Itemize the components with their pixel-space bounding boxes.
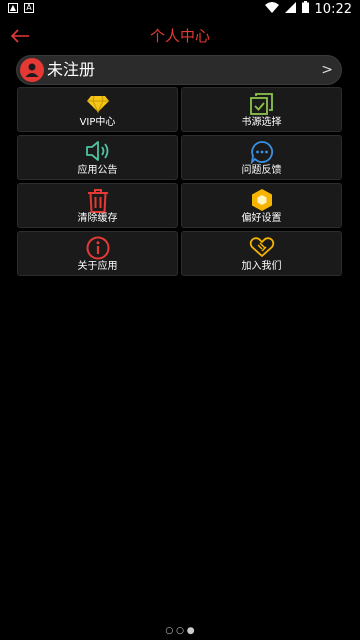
menu-item-join-us[interactable]: 加入我们 bbox=[181, 231, 342, 276]
wifi-icon bbox=[264, 1, 279, 17]
menu-item-preferences[interactable]: 偏好设置 bbox=[181, 183, 342, 228]
menu-item-label: 关于应用 bbox=[77, 261, 118, 272]
menu-item-about[interactable]: 关于应用 bbox=[17, 231, 178, 276]
back-button[interactable] bbox=[10, 18, 34, 54]
menu-item-label: 清除缓存 bbox=[77, 213, 118, 224]
arrow-left-icon bbox=[10, 29, 29, 43]
profile-name: 未注册 bbox=[47, 60, 96, 79]
menu-item-label: 应用公告 bbox=[77, 165, 118, 176]
page-dot-2[interactable]: ○ bbox=[176, 626, 184, 636]
menu-item-feedback[interactable]: 问题反馈 bbox=[181, 135, 342, 180]
menu-item-label: 问题反馈 bbox=[241, 165, 282, 176]
user-icon bbox=[25, 63, 39, 77]
page-indicator: ○ ○ ● bbox=[0, 626, 360, 636]
menu-item-label: 加入我们 bbox=[241, 261, 282, 272]
page-dot-profile[interactable]: ● bbox=[187, 626, 195, 636]
page-title: 个人中心 bbox=[149, 27, 210, 45]
status-time: 10:22 bbox=[314, 1, 352, 17]
status-bar: ▲ A 10:22 bbox=[0, 0, 360, 18]
speaker-icon bbox=[85, 141, 108, 161]
image-icon: ▲ bbox=[8, 3, 18, 13]
menu-item-label: 书源选择 bbox=[241, 117, 282, 128]
menu-item-announcement[interactable]: 应用公告 bbox=[17, 135, 178, 180]
menu-item-vip[interactable]: VIP中心 bbox=[17, 87, 178, 132]
font-icon: A bbox=[24, 3, 34, 13]
profile-card[interactable]: 未注册 > bbox=[16, 55, 342, 85]
handshake-icon bbox=[249, 237, 274, 257]
chevron-right-icon: > bbox=[321, 62, 333, 78]
menu-item-book-source[interactable]: 书源选择 bbox=[181, 87, 342, 132]
menu-item-label: VIP中心 bbox=[79, 117, 116, 128]
battery-icon bbox=[301, 1, 309, 17]
signal-icon bbox=[284, 1, 296, 17]
diamond-icon bbox=[86, 95, 109, 114]
menu-item-label: 偏好设置 bbox=[241, 213, 282, 224]
page-dot-1[interactable]: ○ bbox=[165, 626, 173, 636]
app-bar: 个人中心 bbox=[0, 18, 360, 54]
menu-item-clear-cache[interactable]: 清除缓存 bbox=[17, 183, 178, 228]
avatar bbox=[20, 58, 44, 82]
